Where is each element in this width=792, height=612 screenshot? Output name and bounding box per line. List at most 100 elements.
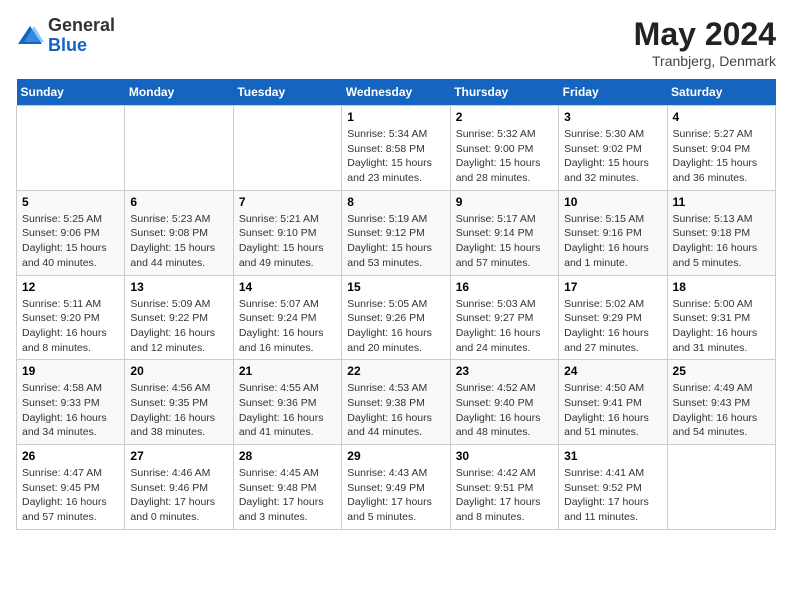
logo-general-text: General — [48, 15, 115, 35]
day-cell — [125, 106, 233, 191]
day-detail: Sunrise: 5:21 AM Sunset: 9:10 PM Dayligh… — [239, 212, 336, 271]
day-detail: Sunrise: 4:46 AM Sunset: 9:46 PM Dayligh… — [130, 466, 227, 525]
day-cell: 17 Sunrise: 5:02 AM Sunset: 9:29 PM Dayli… — [559, 275, 667, 360]
location-text: Tranbjerg, Denmark — [634, 53, 776, 69]
day-cell: 24 Sunrise: 4:50 AM Sunset: 9:41 PM Dayli… — [559, 360, 667, 445]
day-detail: Sunrise: 4:41 AM Sunset: 9:52 PM Dayligh… — [564, 466, 661, 525]
weekday-header-sunday: Sunday — [17, 79, 125, 106]
calendar-table: SundayMondayTuesdayWednesdayThursdayFrid… — [16, 79, 776, 530]
week-row-4: 19Sunrise: 4:58 AM Sunset: 9:33 PM Dayli… — [17, 360, 776, 445]
day-number: 4 — [673, 110, 770, 124]
day-number: 2 — [456, 110, 553, 124]
day-number: 17 — [564, 280, 661, 294]
day-detail: Sunrise: 5:23 AM Sunset: 9:08 PM Dayligh… — [130, 212, 227, 271]
logo: General Blue — [16, 16, 115, 56]
day-cell: 22 Sunrise: 4:53 AM Sunset: 9:38 PM Dayli… — [342, 360, 450, 445]
weekday-header-row: SundayMondayTuesdayWednesdayThursdayFrid… — [17, 79, 776, 106]
day-number: 10 — [564, 195, 661, 209]
week-row-2: 5 Sunrise: 5:25 AM Sunset: 9:06 PM Daylig… — [17, 190, 776, 275]
day-cell — [667, 445, 775, 530]
day-number: 12 — [22, 280, 119, 294]
day-cell: 19Sunrise: 4:58 AM Sunset: 9:33 PM Dayli… — [17, 360, 125, 445]
day-cell: 26 Sunrise: 4:47 AM Sunset: 9:45 PM Dayli… — [17, 445, 125, 530]
day-number: 31 — [564, 449, 661, 463]
day-number: 15 — [347, 280, 444, 294]
month-title: May 2024 — [634, 16, 776, 53]
day-detail: Sunrise: 5:02 AM Sunset: 9:29 PM Dayligh… — [564, 297, 661, 356]
day-number: 28 — [239, 449, 336, 463]
day-number: 3 — [564, 110, 661, 124]
day-detail: Sunrise: 5:09 AM Sunset: 9:22 PM Dayligh… — [130, 297, 227, 356]
page-header: General Blue May 2024 Tranbjerg, Denmark — [16, 16, 776, 69]
day-cell: 18 Sunrise: 5:00 AM Sunset: 9:31 PM Dayli… — [667, 275, 775, 360]
logo-icon — [16, 22, 44, 50]
day-detail: Sunrise: 4:50 AM Sunset: 9:41 PM Dayligh… — [564, 381, 661, 440]
day-detail: Sunrise: 4:45 AM Sunset: 9:48 PM Dayligh… — [239, 466, 336, 525]
day-number: 7 — [239, 195, 336, 209]
day-cell — [17, 106, 125, 191]
day-cell: 23 Sunrise: 4:52 AM Sunset: 9:40 PM Dayli… — [450, 360, 558, 445]
day-detail: Sunrise: 5:00 AM Sunset: 9:31 PM Dayligh… — [673, 297, 770, 356]
day-cell: 7 Sunrise: 5:21 AM Sunset: 9:10 PM Daylig… — [233, 190, 341, 275]
day-detail: Sunrise: 5:03 AM Sunset: 9:27 PM Dayligh… — [456, 297, 553, 356]
day-number: 22 — [347, 364, 444, 378]
day-cell: 4 Sunrise: 5:27 AM Sunset: 9:04 PM Daylig… — [667, 106, 775, 191]
day-cell: 16 Sunrise: 5:03 AM Sunset: 9:27 PM Dayli… — [450, 275, 558, 360]
weekday-header-saturday: Saturday — [667, 79, 775, 106]
day-number: 11 — [673, 195, 770, 209]
day-detail: Sunrise: 5:27 AM Sunset: 9:04 PM Dayligh… — [673, 127, 770, 186]
day-cell: 14 Sunrise: 5:07 AM Sunset: 9:24 PM Dayli… — [233, 275, 341, 360]
day-detail: Sunrise: 5:15 AM Sunset: 9:16 PM Dayligh… — [564, 212, 661, 271]
day-cell: 10 Sunrise: 5:15 AM Sunset: 9:16 PM Dayli… — [559, 190, 667, 275]
day-number: 23 — [456, 364, 553, 378]
logo-blue-text: Blue — [48, 35, 87, 55]
day-cell: 31 Sunrise: 4:41 AM Sunset: 9:52 PM Dayli… — [559, 445, 667, 530]
day-cell: 20 Sunrise: 4:56 AM Sunset: 9:35 PM Dayli… — [125, 360, 233, 445]
weekday-header-monday: Monday — [125, 79, 233, 106]
week-row-1: 1Sunrise: 5:34 AM Sunset: 8:58 PM Daylig… — [17, 106, 776, 191]
day-detail: Sunrise: 5:30 AM Sunset: 9:02 PM Dayligh… — [564, 127, 661, 186]
day-number: 14 — [239, 280, 336, 294]
day-cell: 5 Sunrise: 5:25 AM Sunset: 9:06 PM Daylig… — [17, 190, 125, 275]
day-number: 18 — [673, 280, 770, 294]
title-block: May 2024 Tranbjerg, Denmark — [634, 16, 776, 69]
day-number: 27 — [130, 449, 227, 463]
day-detail: Sunrise: 5:13 AM Sunset: 9:18 PM Dayligh… — [673, 212, 770, 271]
day-detail: Sunrise: 4:53 AM Sunset: 9:38 PM Dayligh… — [347, 381, 444, 440]
week-row-3: 12 Sunrise: 5:11 AM Sunset: 9:20 PM Dayli… — [17, 275, 776, 360]
day-cell: 3 Sunrise: 5:30 AM Sunset: 9:02 PM Daylig… — [559, 106, 667, 191]
day-number: 20 — [130, 364, 227, 378]
day-cell: 15Sunrise: 5:05 AM Sunset: 9:26 PM Dayli… — [342, 275, 450, 360]
day-detail: Sunrise: 4:43 AM Sunset: 9:49 PM Dayligh… — [347, 466, 444, 525]
day-detail: Sunrise: 5:07 AM Sunset: 9:24 PM Dayligh… — [239, 297, 336, 356]
day-cell — [233, 106, 341, 191]
weekday-header-wednesday: Wednesday — [342, 79, 450, 106]
day-number: 9 — [456, 195, 553, 209]
day-number: 16 — [456, 280, 553, 294]
day-detail: Sunrise: 4:56 AM Sunset: 9:35 PM Dayligh… — [130, 381, 227, 440]
day-cell: 30Sunrise: 4:42 AM Sunset: 9:51 PM Dayli… — [450, 445, 558, 530]
weekday-header-thursday: Thursday — [450, 79, 558, 106]
day-detail: Sunrise: 4:42 AM Sunset: 9:51 PM Dayligh… — [456, 466, 553, 525]
day-detail: Sunrise: 5:19 AM Sunset: 9:12 PM Dayligh… — [347, 212, 444, 271]
day-cell: 28 Sunrise: 4:45 AM Sunset: 9:48 PM Dayli… — [233, 445, 341, 530]
day-number: 13 — [130, 280, 227, 294]
day-number: 24 — [564, 364, 661, 378]
day-cell: 25Sunrise: 4:49 AM Sunset: 9:43 PM Dayli… — [667, 360, 775, 445]
day-number: 5 — [22, 195, 119, 209]
day-cell: 9 Sunrise: 5:17 AM Sunset: 9:14 PM Daylig… — [450, 190, 558, 275]
day-cell: 12 Sunrise: 5:11 AM Sunset: 9:20 PM Dayli… — [17, 275, 125, 360]
day-number: 26 — [22, 449, 119, 463]
weekday-header-friday: Friday — [559, 79, 667, 106]
week-row-5: 26 Sunrise: 4:47 AM Sunset: 9:45 PM Dayli… — [17, 445, 776, 530]
day-detail: Sunrise: 5:32 AM Sunset: 9:00 PM Dayligh… — [456, 127, 553, 186]
day-detail: Sunrise: 5:25 AM Sunset: 9:06 PM Dayligh… — [22, 212, 119, 271]
day-detail: Sunrise: 4:58 AM Sunset: 9:33 PM Dayligh… — [22, 381, 119, 440]
day-detail: Sunrise: 4:52 AM Sunset: 9:40 PM Dayligh… — [456, 381, 553, 440]
day-detail: Sunrise: 5:17 AM Sunset: 9:14 PM Dayligh… — [456, 212, 553, 271]
day-number: 25 — [673, 364, 770, 378]
day-number: 6 — [130, 195, 227, 209]
day-detail: Sunrise: 4:47 AM Sunset: 9:45 PM Dayligh… — [22, 466, 119, 525]
day-detail: Sunrise: 5:11 AM Sunset: 9:20 PM Dayligh… — [22, 297, 119, 356]
day-number: 29 — [347, 449, 444, 463]
